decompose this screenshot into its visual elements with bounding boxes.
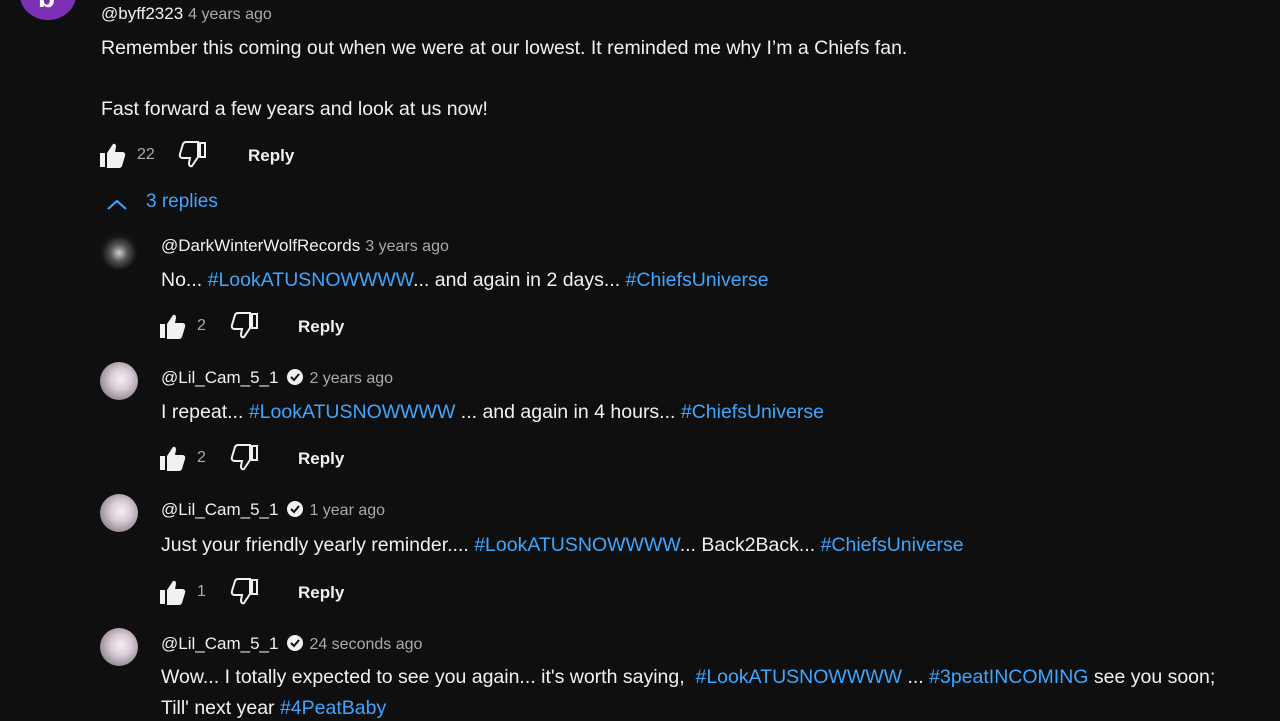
reply-author-handle[interactable]: @Lil_Cam_5_1 [161,368,278,387]
dislike-icon[interactable] [178,140,208,170]
reply-text-segment: see you soon; [1088,666,1216,688]
comment-author-handle[interactable]: @byff2323 [101,4,183,23]
reply-text: I repeat... #LookATUSNOWWWW ... and agai… [161,399,824,425]
hashtag-link[interactable]: #4PeatBaby [280,697,386,719]
reply-author-handle[interactable]: @Lil_Cam_5_1 [161,500,278,519]
reply-avatar[interactable] [100,494,138,532]
hashtag-link[interactable]: #3peatINCOMING [929,666,1088,688]
reply-text-segment: I repeat... [161,401,249,423]
verified-badge-icon [287,501,304,517]
hashtag-link[interactable]: #ChiefsUniverse [821,534,964,556]
reply-author-handle[interactable]: @DarkWinterWolfRecords [161,236,360,255]
like-count: 2 [197,449,206,466]
reply-text: Wow... I totally expected to see you aga… [161,664,1276,690]
reply-header: @Lil_Cam_5_1 1 year ago [161,500,385,520]
hashtag-link[interactable]: #ChiefsUniverse [626,269,769,291]
comment-header: @byff2323 4 years ago [101,4,272,24]
reply-text-segment: ... [902,666,930,688]
hashtag-link[interactable]: #LookATUSNOWWWW [695,666,902,688]
comment-text-line-2: Fast forward a few years and look at us … [101,98,488,120]
reply-button[interactable]: Reply [298,449,344,469]
reply-text-segment: No... [161,269,208,291]
verified-badge-icon [287,369,304,385]
reply-text-segment: Just your friendly yearly reminder.... [161,534,475,556]
dislike-icon[interactable] [230,443,260,473]
reply-actions: 2 Reply [157,443,397,477]
avatar-letter: b [38,0,55,14]
like-count: 22 [137,146,155,163]
reply-button[interactable]: Reply [298,583,344,603]
reply-actions: 1 Reply [157,577,397,611]
replies-count-label: 3 replies [146,191,218,212]
comment-timestamp[interactable]: 4 years ago [188,6,272,23]
reply-text: No... #LookATUSNOWWWW... and again in 2 … [161,267,769,293]
reply-actions: 2 Reply [157,311,397,345]
reply-timestamp[interactable]: 1 year ago [309,502,385,519]
like-icon[interactable] [157,577,187,607]
reply-text-segment: Wow... I totally expected to see you aga… [161,666,696,688]
dislike-icon[interactable] [230,311,260,341]
reply-header: @DarkWinterWolfRecords 3 years ago [161,236,449,256]
comment-actions: 22 Reply [97,140,337,174]
hashtag-link[interactable]: #LookATUSNOWWWW [208,269,413,291]
like-count: 1 [197,583,206,600]
reply-text-segment: ... and again in 4 hours... [455,401,681,423]
reply-header: @Lil_Cam_5_1 2 years ago [161,368,393,388]
dislike-icon[interactable] [230,577,260,607]
reply-timestamp[interactable]: 3 years ago [365,238,449,255]
like-icon[interactable] [157,311,187,341]
reply-button[interactable]: Reply [298,317,344,337]
like-icon[interactable] [97,140,127,170]
hashtag-link[interactable]: #LookATUSNOWWWW [249,401,456,423]
reply-text-line-2: Till' next year #4PeatBaby [161,695,386,721]
reply-header: @Lil_Cam_5_1 24 seconds ago [161,634,422,654]
like-icon[interactable] [157,443,187,473]
reply-author-handle[interactable]: @Lil_Cam_5_1 [161,634,278,653]
like-count: 2 [197,317,206,334]
reply-timestamp[interactable]: 24 seconds ago [309,636,422,653]
verified-badge-icon [287,635,304,651]
hashtag-link[interactable]: #LookATUSNOWWWW [474,534,679,556]
commenter-avatar[interactable]: b [20,0,76,20]
reply-timestamp[interactable]: 2 years ago [309,370,393,387]
reply-text-segment: Till' next year [161,697,280,719]
reply-text-segment: ... Back2Back... [679,534,821,556]
hashtag-link[interactable]: #ChiefsUniverse [681,401,824,423]
reply-avatar[interactable] [100,232,138,270]
chevron-up-icon [107,199,127,210]
reply-button[interactable]: Reply [248,146,294,166]
reply-text: Just your friendly yearly reminder.... #… [161,532,964,558]
reply-avatar[interactable] [100,362,138,400]
comment-text-line-1: Remember this coming out when we were at… [101,37,908,59]
reply-avatar[interactable] [100,628,138,666]
reply-text-segment: ... and again in 2 days... [413,269,626,291]
